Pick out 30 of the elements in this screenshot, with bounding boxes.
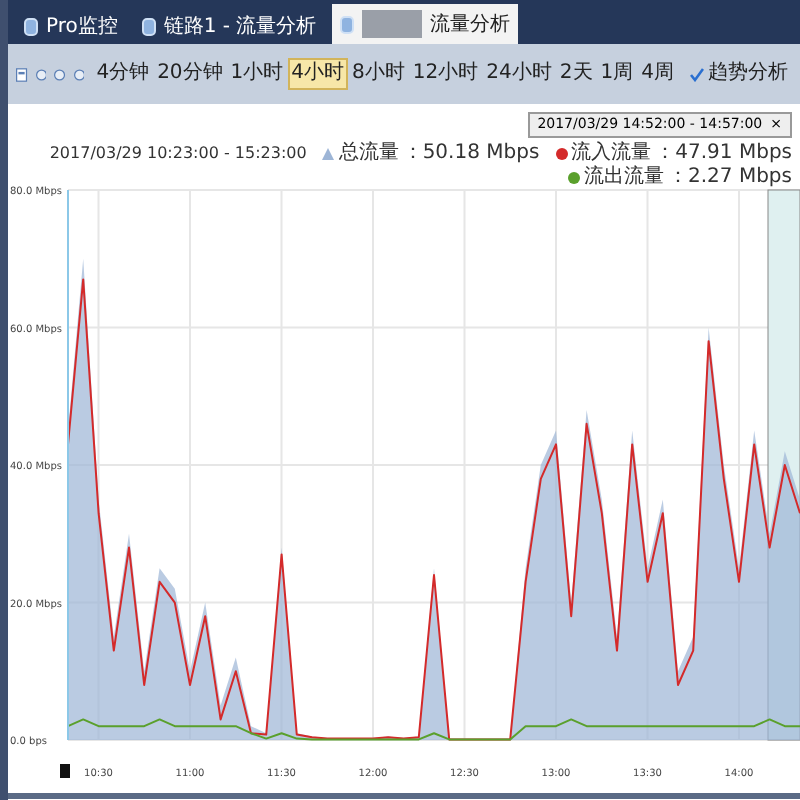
time-range-button[interactable]: 4分钟 [92, 58, 154, 90]
legend-value: ：2.27 Mbps [668, 166, 792, 190]
legend-value: ：47.91 Mbps [655, 142, 792, 166]
time-range-button[interactable]: 24小时 [482, 58, 556, 90]
time-range-button[interactable]: 4周 [637, 58, 679, 90]
document-icon [24, 17, 38, 35]
circle-icon[interactable] [54, 65, 66, 83]
redacted-block [362, 10, 423, 38]
tab[interactable]: 链路1 - 流量分析 [133, 8, 325, 44]
legend-label: 流出流量 [584, 166, 665, 190]
time-range-button[interactable]: 8小时 [348, 58, 409, 90]
circle-icon[interactable] [35, 65, 47, 83]
time-range-button[interactable]: 1小时 [226, 58, 288, 90]
tab[interactable]: 流量分析 [332, 4, 519, 44]
scroll-handle[interactable] [60, 764, 70, 778]
tab[interactable]: Pro监控 [16, 8, 126, 44]
time-range-button[interactable]: 12小时 [408, 58, 483, 90]
document-icon [340, 15, 355, 33]
document-icon [141, 17, 156, 35]
time-range-button[interactable]: 1周 [596, 58, 638, 90]
circle-icon[interactable] [73, 65, 85, 83]
time-range-button[interactable]: 20分钟 [153, 58, 227, 90]
time-range-button[interactable]: 2天 [555, 58, 597, 90]
date-range: 2017/03/29 10:23:00 - 15:23:00 [49, 142, 307, 166]
trend-analysis-button[interactable]: 趋势分析 [686, 64, 793, 84]
legend-label: 总流量 [338, 142, 399, 166]
legend-label: 流入流量 [571, 142, 652, 165]
time-range-button[interactable]: 4小时 [287, 58, 349, 90]
page-icon[interactable] [16, 63, 28, 85]
legend-value: ：50.18 Mbps [402, 142, 540, 166]
